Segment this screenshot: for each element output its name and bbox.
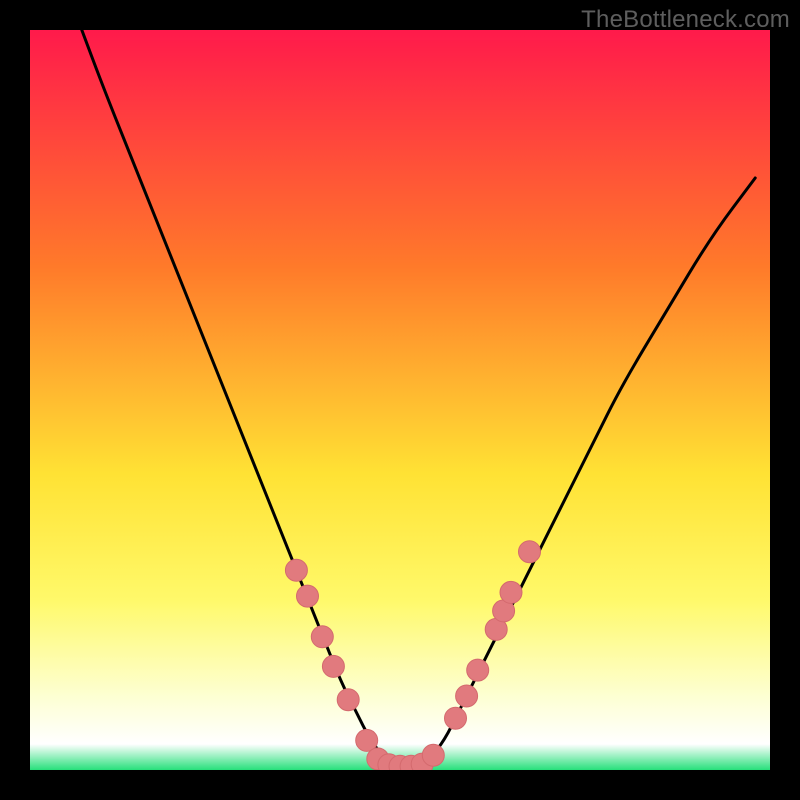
curve-marker — [311, 626, 333, 648]
curve-marker — [285, 559, 307, 581]
gradient-background — [30, 30, 770, 770]
watermark-text: TheBottleneck.com — [581, 6, 790, 34]
curve-marker — [322, 655, 344, 677]
curve-marker — [422, 744, 444, 766]
curve-marker — [445, 707, 467, 729]
bottleneck-plot — [30, 30, 770, 770]
curve-marker — [297, 585, 319, 607]
curve-marker — [456, 685, 478, 707]
curve-marker — [337, 689, 359, 711]
curve-marker — [467, 659, 489, 681]
curve-marker — [519, 541, 541, 563]
curve-marker — [500, 581, 522, 603]
chart-frame — [30, 30, 770, 770]
